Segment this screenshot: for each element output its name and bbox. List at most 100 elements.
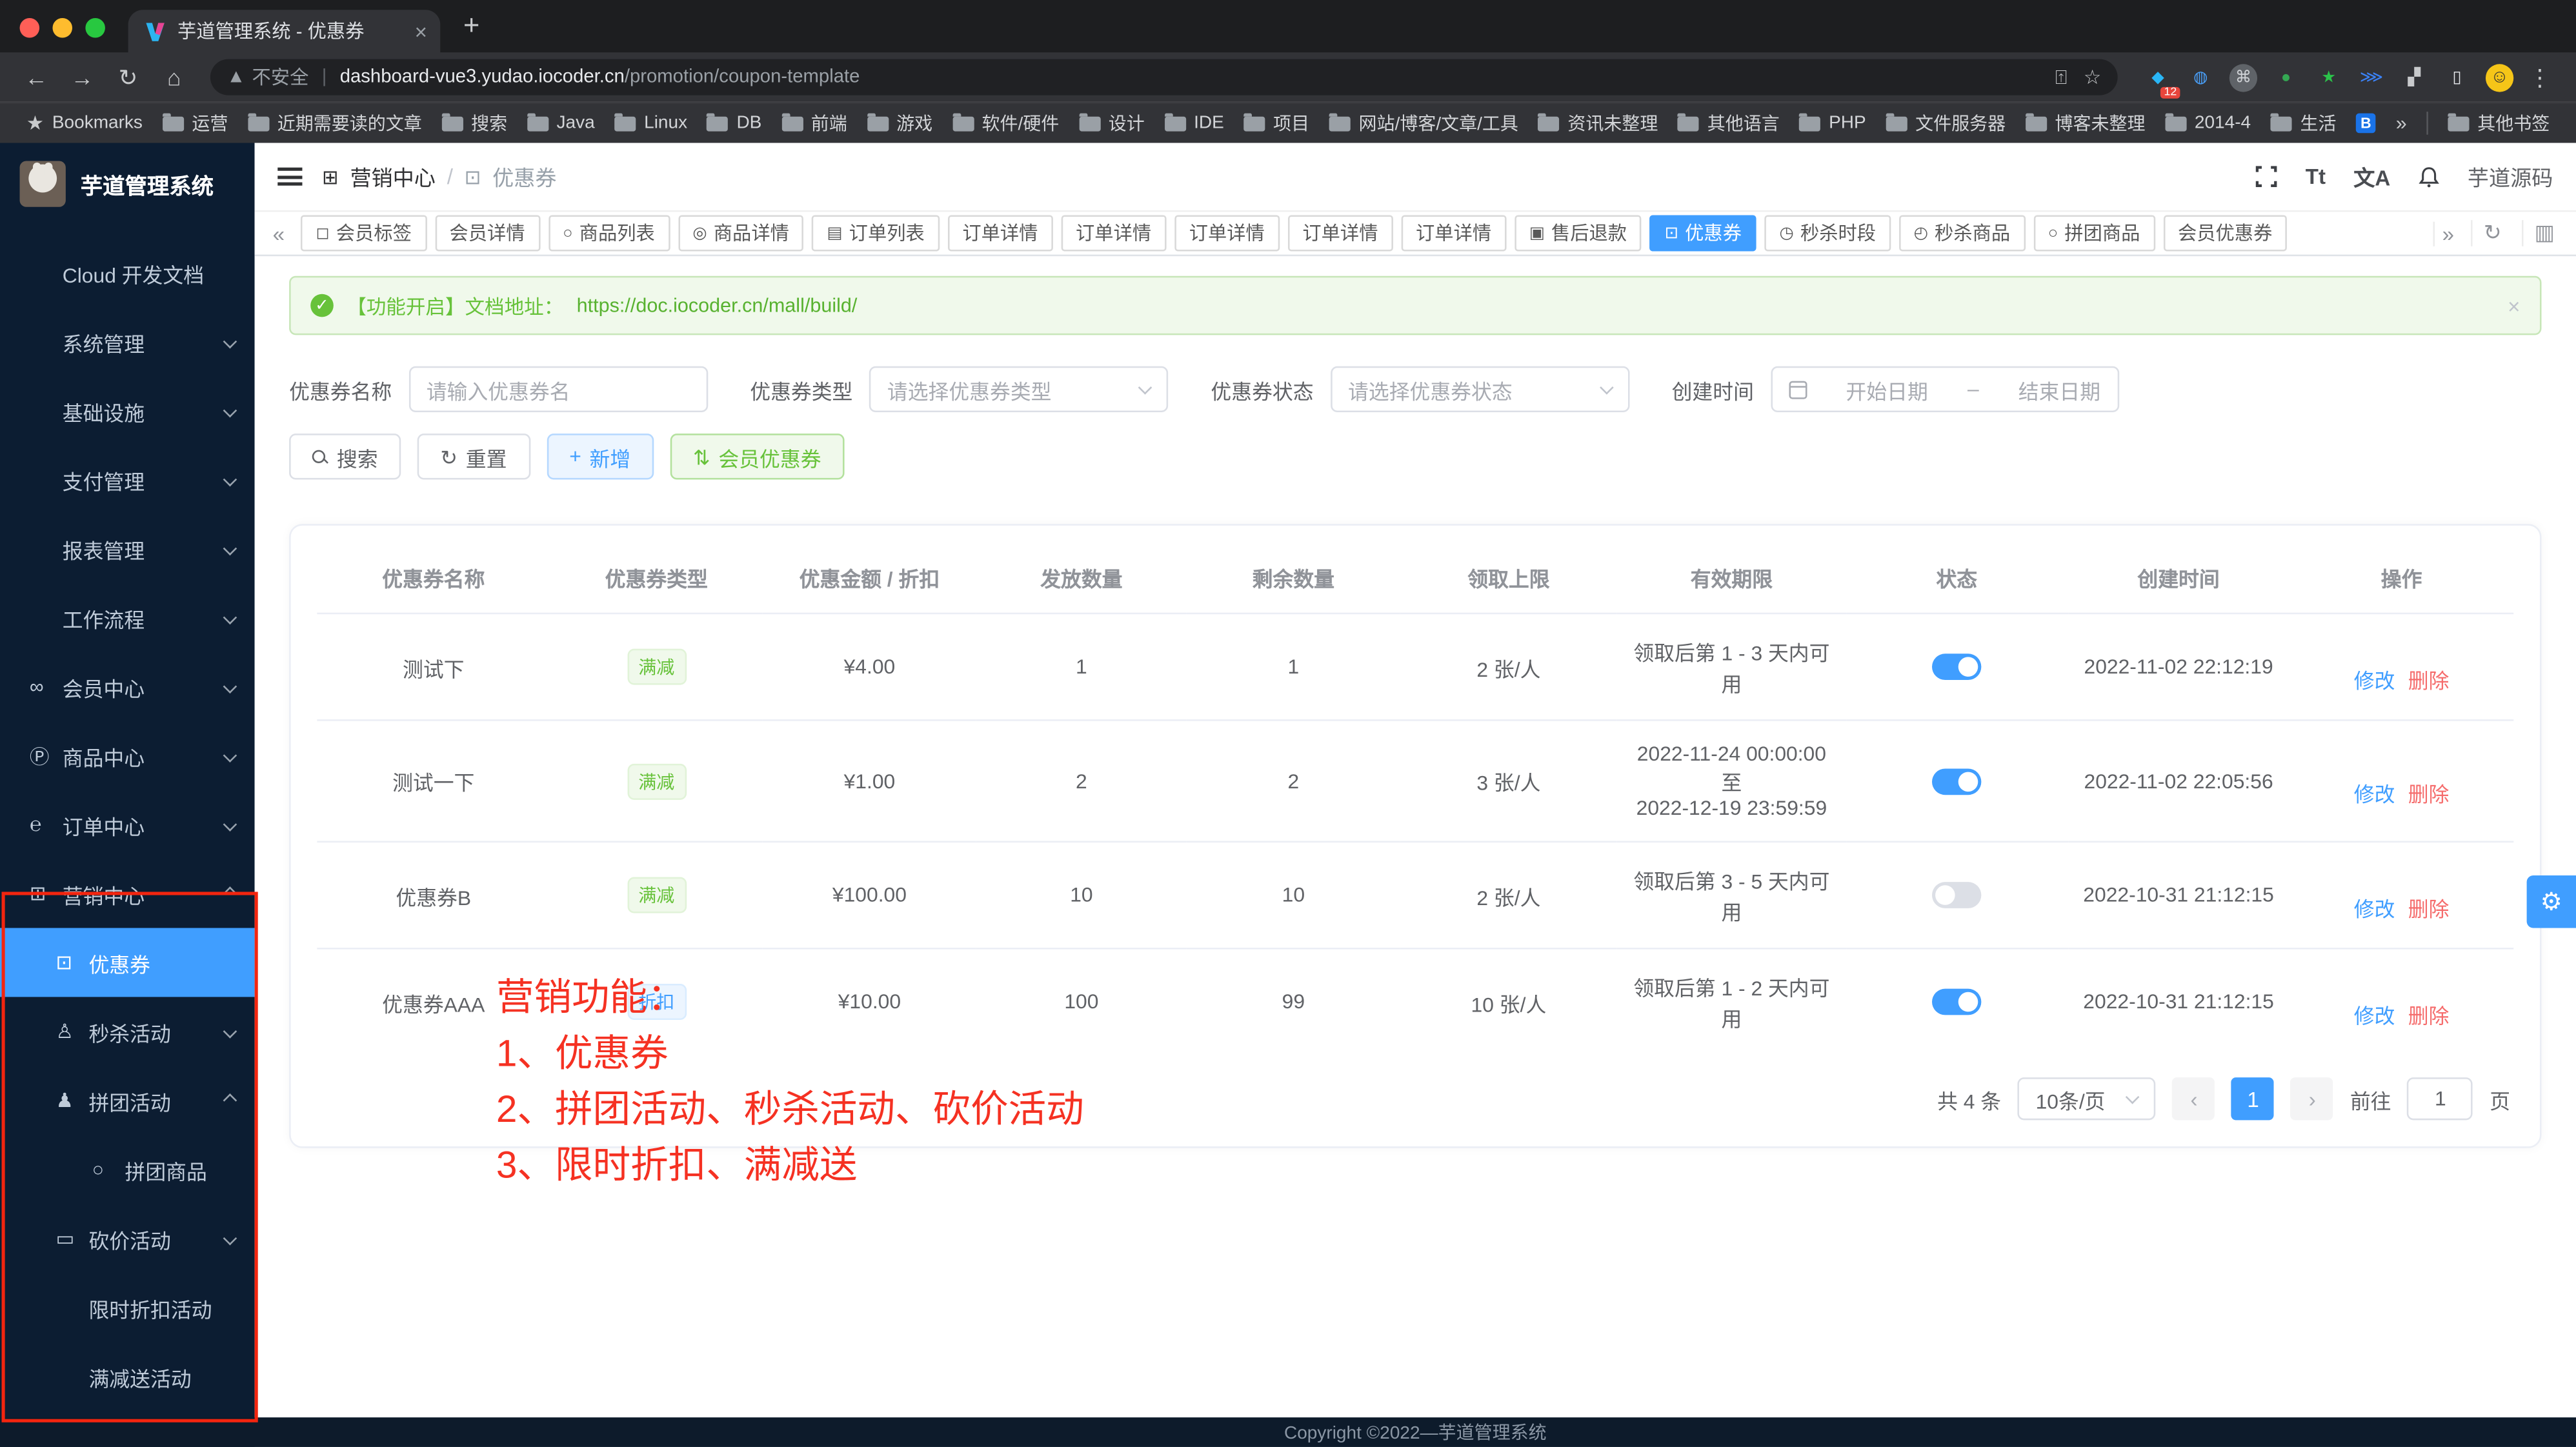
tag-view-tab[interactable]: 订单详情: [1401, 215, 1506, 252]
delete-link[interactable]: 删除: [2408, 669, 2450, 692]
sidebar-menu-item[interactable]: ⊡ 优惠券: [0, 928, 255, 997]
next-page-button[interactable]: ›: [2291, 1077, 2333, 1120]
tab-close-icon[interactable]: ×: [415, 19, 427, 43]
extension-icon[interactable]: ▞: [2400, 63, 2428, 91]
tags-refresh-icon[interactable]: ↻: [2471, 220, 2513, 246]
app-logo-row[interactable]: 芋道管理系统: [0, 143, 255, 225]
reset-button[interactable]: ↻重置: [418, 434, 530, 479]
coupon-name-input[interactable]: 请输入优惠券名: [408, 366, 707, 412]
edit-link[interactable]: 修改: [2354, 1004, 2395, 1028]
extension-icon[interactable]: ●: [2272, 63, 2300, 91]
extension-icon[interactable]: ▯: [2443, 63, 2471, 91]
status-toggle[interactable]: [1932, 654, 1981, 680]
sidebar-menu-item[interactable]: 支付管理: [0, 445, 255, 514]
member-coupon-button[interactable]: ⇅会员优惠券: [670, 434, 844, 479]
sidebar-menu-item[interactable]: 系统管理: [0, 307, 255, 376]
tag-view-tab[interactable]: ○ 拼团商品: [2033, 215, 2155, 252]
breadcrumb-parent[interactable]: 营销中心: [350, 161, 435, 192]
forward-icon[interactable]: →: [63, 64, 102, 90]
extension-icon[interactable]: ◆12: [2144, 63, 2171, 91]
tag-view-tab[interactable]: ◻ 会员标签: [301, 215, 427, 252]
sidebar-menu-item[interactable]: ℮ 订单中心: [0, 790, 255, 859]
bookmark-item[interactable]: 前端: [772, 106, 857, 139]
delete-link[interactable]: 删除: [2408, 897, 2450, 921]
sidebar-menu-item[interactable]: Ⓟ 商品中心: [0, 721, 255, 790]
page-1-button[interactable]: 1: [2232, 1077, 2275, 1120]
minimize-window-button[interactable]: [52, 18, 72, 38]
sidebar-menu-item[interactable]: ○ 拼团商品: [0, 1135, 255, 1204]
sidebar-menu-item[interactable]: 基础设施: [0, 376, 255, 445]
window-controls[interactable]: [0, 18, 128, 52]
tag-view-tab[interactable]: ⊡ 优惠券: [1650, 215, 1756, 252]
prev-page-button[interactable]: ‹: [2173, 1077, 2215, 1120]
add-button[interactable]: +新增: [547, 434, 654, 479]
sidebar-menu-item[interactable]: 限时折扣活动: [0, 1273, 255, 1342]
tag-view-tab[interactable]: ▣ 售后退款: [1514, 215, 1642, 252]
bookmark-item[interactable]: 网站/博客/文章/工具: [1319, 106, 1528, 139]
reload-icon[interactable]: ↻: [108, 63, 148, 91]
tags-layout-icon[interactable]: ▥: [2521, 220, 2566, 246]
tag-view-tab[interactable]: ◴ 秒杀商品: [1899, 215, 2025, 252]
new-tab-button[interactable]: +: [440, 10, 479, 52]
extension-icon[interactable]: ⋙: [2357, 63, 2385, 91]
share-icon[interactable]: ⍐: [2055, 65, 2067, 90]
tags-scroll-left-icon[interactable]: «: [265, 221, 293, 245]
tag-view-tab[interactable]: 会员优惠券: [2163, 215, 2287, 252]
language-icon[interactable]: 文A: [2353, 161, 2390, 192]
coupon-type-select[interactable]: 请选择优惠券类型: [869, 366, 1168, 412]
sidebar-menu-item[interactable]: 报表管理: [0, 514, 255, 583]
security-chip[interactable]: ▲ 不安全: [226, 64, 308, 90]
coupon-status-select[interactable]: 请选择优惠券状态: [1330, 366, 1629, 412]
tag-view-tab[interactable]: ◷ 秒杀时段: [1765, 215, 1891, 252]
sidebar-menu-item[interactable]: ⊞ 营销中心: [0, 859, 255, 928]
font-size-icon[interactable]: Tt: [2306, 165, 2326, 189]
close-window-button[interactable]: [20, 18, 40, 38]
sidebar-menu-item[interactable]: ▭ 砍价活动: [0, 1204, 255, 1273]
status-toggle[interactable]: [1932, 768, 1981, 794]
zoom-window-button[interactable]: [85, 18, 105, 38]
tag-view-tab[interactable]: ○ 商品列表: [548, 215, 670, 252]
sidebar-menu-item[interactable]: 工作流程: [0, 583, 255, 652]
page-size-select[interactable]: 10条/页: [2018, 1077, 2157, 1120]
sidebar-menu-item[interactable]: 满减送活动: [0, 1342, 255, 1411]
sidebar-menu-item[interactable]: ∞ 会员中心: [0, 652, 255, 721]
extension-icon[interactable]: ☺: [2486, 63, 2513, 91]
bookmark-item[interactable]: 搜索: [432, 106, 517, 139]
tag-view-tab[interactable]: 订单详情: [1174, 215, 1280, 252]
sidebar-menu-item[interactable]: Cloud 开发文档: [0, 238, 255, 307]
edit-link[interactable]: 修改: [2354, 669, 2395, 692]
delete-link[interactable]: 删除: [2408, 1004, 2450, 1028]
extension-icon[interactable]: ◍: [2187, 63, 2215, 91]
bookmark-item[interactable]: 资讯未整理: [1528, 106, 1667, 139]
bookmarks-overflow-icon[interactable]: »: [2386, 112, 2417, 135]
alert-doc-link[interactable]: https://doc.iocoder.cn/mall/build/: [577, 294, 858, 317]
settings-gear-button[interactable]: ⚙: [2527, 875, 2576, 928]
bookmark-item[interactable]: 生活: [2260, 106, 2346, 139]
fullscreen-icon[interactable]: [2256, 166, 2277, 187]
notification-bell-icon[interactable]: [2419, 165, 2440, 188]
bookmark-item[interactable]: Linux: [605, 106, 697, 139]
bookmark-item[interactable]: 近期需要读的文章: [238, 106, 432, 139]
bookmark-item[interactable]: 项目: [1234, 106, 1319, 139]
browser-tab[interactable]: 芋道管理系统 - 优惠券 ×: [128, 10, 441, 52]
goto-page-input[interactable]: 1: [2408, 1077, 2473, 1120]
extension-icon[interactable]: ★: [2315, 63, 2342, 91]
tag-view-tab[interactable]: 订单详情: [1061, 215, 1166, 252]
bookmark-item[interactable]: 文件服务器: [1876, 106, 2015, 139]
tag-view-tab[interactable]: ◎ 商品详情: [678, 215, 803, 252]
tags-scroll-right-icon[interactable]: »: [2432, 221, 2462, 245]
source-code-label[interactable]: 芋道源码: [2468, 161, 2553, 192]
tag-view-tab[interactable]: ▤ 订单列表: [812, 215, 940, 252]
alert-close-icon[interactable]: ×: [2508, 293, 2520, 317]
sidebar-menu-item[interactable]: ♟ 拼团活动: [0, 1066, 255, 1135]
back-icon[interactable]: ←: [16, 64, 55, 90]
bookmark-item[interactable]: 软件/硬件: [942, 106, 1069, 139]
bookmark-item[interactable]: 游戏: [857, 106, 942, 139]
extension-icon[interactable]: ⌘: [2229, 63, 2257, 91]
edit-link[interactable]: 修改: [2354, 783, 2395, 806]
bookmark-item[interactable]: Java: [517, 106, 605, 139]
tag-view-tab[interactable]: 订单详情: [1287, 215, 1393, 252]
collapse-sidebar-icon[interactable]: [277, 163, 302, 190]
status-toggle[interactable]: [1932, 989, 1981, 1015]
bookmark-item[interactable]: 2014-4: [2155, 106, 2261, 139]
